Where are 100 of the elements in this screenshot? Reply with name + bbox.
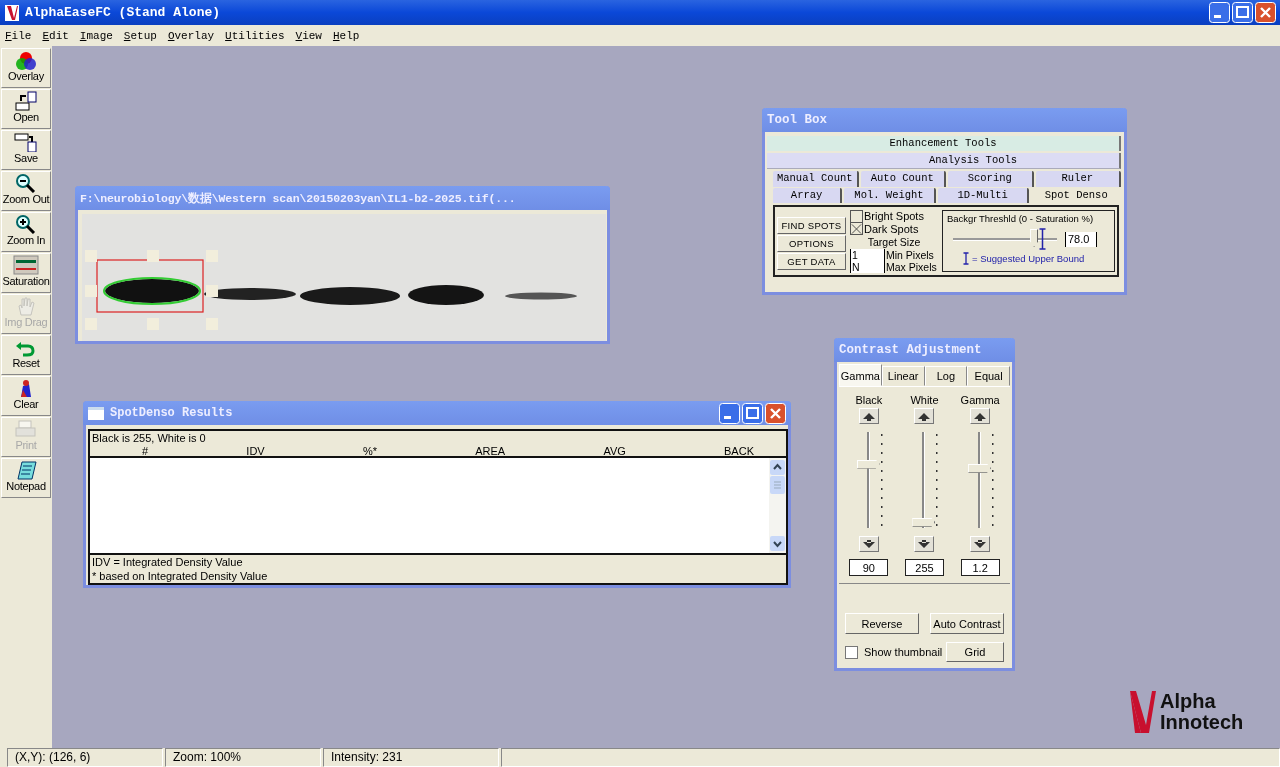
slider-thumb[interactable] — [968, 463, 992, 473]
resize-handle[interactable] — [85, 285, 97, 297]
drive-document-icon — [13, 132, 39, 152]
minimize-icon[interactable] — [719, 402, 740, 424]
value-field[interactable]: 90 — [849, 559, 889, 576]
cross-mark-icon — [851, 223, 862, 236]
toolbar-button[interactable]: Reset — [1, 335, 51, 375]
tool-tab[interactable]: Ruler — [1035, 171, 1121, 187]
tool-tab[interactable]: 1D-Multi — [937, 188, 1030, 203]
tab[interactable]: Linear — [881, 366, 925, 386]
tool-button[interactable]: FIND SPOTS — [777, 217, 846, 234]
menu-item[interactable]: Setup — [123, 29, 157, 42]
toolbar-button[interactable]: Saturation — [1, 253, 51, 293]
up-arrow-button[interactable] — [970, 408, 991, 424]
toolbar-button[interactable]: Zoom Out — [1, 171, 51, 211]
folder-document-icon — [13, 91, 39, 111]
toolbar-button[interactable]: Zoom In — [1, 212, 51, 252]
slider-track[interactable] — [953, 227, 1057, 251]
resize-handle[interactable] — [85, 250, 97, 262]
bound-marker-icon — [963, 252, 969, 265]
slider-thumb[interactable] — [912, 517, 936, 527]
legend-text: * based on Integrated Density Value — [92, 569, 269, 583]
action-button[interactable]: Auto Contrast — [930, 613, 1004, 634]
slider-thumb[interactable] — [856, 459, 880, 469]
down-arrow-button[interactable] — [914, 536, 935, 552]
field-label: Max Pixels — [884, 261, 937, 273]
down-arrow-button[interactable] — [858, 536, 879, 552]
resize-handle[interactable] — [206, 285, 218, 297]
tab[interactable]: Equal — [967, 366, 1010, 386]
menu-item[interactable]: Image — [79, 29, 113, 42]
up-arrow-button[interactable] — [914, 408, 935, 424]
results-note: Black is 255, White is 0 — [92, 432, 207, 445]
slider-label: Gamma — [960, 393, 1000, 407]
menu-item[interactable]: Overlay — [167, 29, 215, 42]
down-arrow-icon — [974, 539, 987, 549]
slider-label: Black — [855, 393, 883, 407]
tool-button[interactable]: GET DATA — [777, 253, 846, 270]
toolbar-button[interactable]: Save — [1, 130, 51, 170]
scroll-thumb-icon[interactable] — [770, 476, 785, 494]
menu-item[interactable]: Help — [332, 29, 360, 42]
up-arrow-button[interactable] — [858, 408, 879, 424]
tool-tab[interactable]: Mol. Weight — [844, 188, 936, 203]
tab[interactable]: Gamma — [839, 364, 882, 386]
maximize-icon[interactable] — [1232, 2, 1253, 23]
legend-text: = Suggested Upper Bound — [972, 253, 1085, 264]
column-header: # — [142, 445, 149, 458]
up-arrow-icon — [918, 411, 931, 421]
toolbar-button[interactable]: Notepad — [1, 458, 51, 498]
column-header: AVG — [603, 445, 626, 458]
checkbox[interactable] — [850, 222, 863, 236]
slider-label: White — [910, 393, 939, 407]
tool-tab[interactable]: Manual Count — [773, 171, 859, 187]
scroll-up-icon[interactable] — [770, 460, 785, 475]
window-title: Tool Box — [762, 108, 1127, 132]
action-button[interactable]: Reverse — [845, 613, 919, 634]
window-title: F:\neurobiology\数据\Western scan\20150203yan\IL1-b2-2025.tif(... — [75, 186, 610, 210]
checkbox-label: Show thumbnail — [864, 646, 943, 658]
down-arrow-button[interactable] — [970, 536, 991, 552]
checkbox[interactable] — [845, 645, 858, 659]
tool-tab[interactable]: Scoring — [948, 171, 1034, 187]
app-logo-icon — [5, 4, 19, 21]
toolbar-button[interactable]: Open — [1, 89, 51, 129]
checkbox-label: Dark Spots — [864, 222, 919, 235]
status-text: (X,Y): (126, 6) — [7, 748, 163, 767]
tool-tab[interactable]: Array — [773, 188, 843, 203]
menu-item[interactable]: View — [295, 29, 322, 42]
value-field[interactable]: 255 — [905, 559, 944, 576]
toolbar-button[interactable]: Overlay — [1, 48, 51, 88]
tool-button[interactable]: OPTIONS — [777, 235, 846, 252]
tool-tab[interactable]: Auto Count — [860, 171, 946, 187]
logo-text: Alpha — [1160, 691, 1217, 712]
group-tab[interactable]: Enhancement Tools — [767, 136, 1121, 151]
status-text: Intensity: 231 — [323, 748, 499, 767]
status-text: Zoom: 100% — [165, 748, 321, 767]
menu-item[interactable]: Edit — [42, 29, 69, 42]
scroll-down-icon[interactable] — [770, 536, 785, 551]
resize-handle[interactable] — [147, 250, 159, 262]
checkbox[interactable] — [850, 209, 863, 223]
close-icon[interactable] — [765, 402, 786, 424]
value-field[interactable]: 1.2 — [960, 559, 1000, 576]
grid-button[interactable]: Grid — [946, 642, 1004, 662]
group-tab[interactable]: Analysis Tools — [767, 153, 1121, 169]
target-size-label: Target Size — [866, 235, 922, 249]
threshold-field[interactable]: 78.0 — [1065, 231, 1097, 247]
scroll-bar[interactable] — [769, 458, 786, 553]
slider-thumb[interactable] — [1030, 229, 1039, 247]
up-arrow-icon — [974, 411, 987, 421]
selection-rectangle[interactable] — [96, 259, 204, 313]
minimize-icon[interactable] — [1209, 2, 1230, 23]
window-title: Contrast Adjustment — [834, 338, 1015, 362]
menu-item[interactable]: File — [5, 29, 32, 42]
column-header: IDV — [246, 445, 265, 458]
pixel-field[interactable]: 1 — [850, 249, 884, 261]
menu-item[interactable]: Utilities — [225, 29, 285, 42]
pixel-field[interactable]: N — [850, 261, 884, 273]
tab[interactable]: Log — [924, 366, 968, 386]
close-icon[interactable] — [1255, 2, 1276, 23]
down-arrow-icon — [862, 539, 875, 549]
maximize-icon[interactable] — [742, 402, 763, 424]
toolbar-button[interactable]: Clear — [1, 376, 51, 416]
